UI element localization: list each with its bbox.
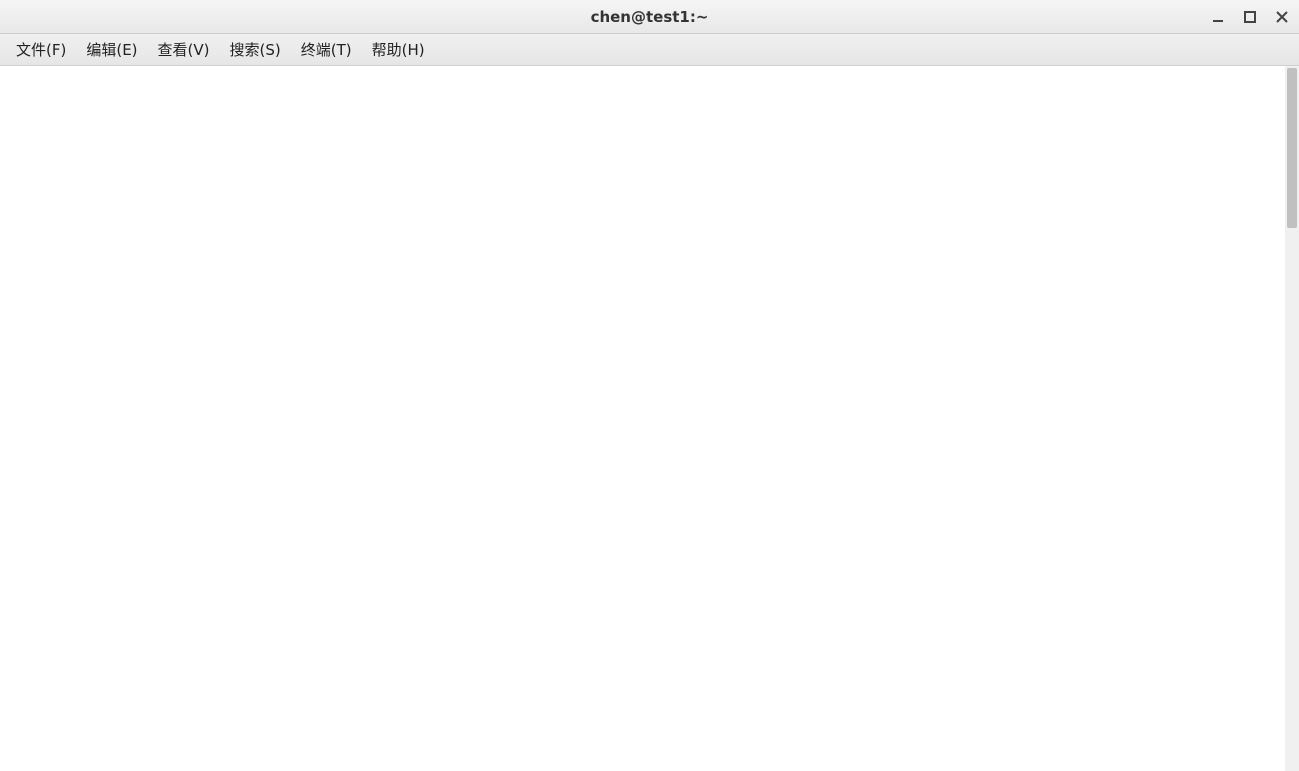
menu-file[interactable]: 文件(F): [6, 35, 76, 64]
menu-view[interactable]: 查看(V): [148, 35, 220, 64]
window-title: chen@test1:~: [0, 8, 1299, 26]
menu-terminal[interactable]: 终端(T): [291, 35, 362, 64]
scrollbar-track[interactable]: [1285, 66, 1299, 771]
menu-search[interactable]: 搜索(S): [220, 35, 291, 64]
minimize-button[interactable]: [1209, 8, 1227, 26]
terminal-area[interactable]: [chen@test1 ~]$ sudo yum install *ntfs* …: [0, 66, 1299, 771]
window-titlebar: chen@test1:~: [0, 0, 1299, 34]
maximize-icon: [1244, 11, 1256, 23]
menubar: 文件(F) 编辑(E) 查看(V) 搜索(S) 终端(T) 帮助(H): [0, 34, 1299, 66]
close-icon: [1276, 11, 1288, 23]
menu-edit[interactable]: 编辑(E): [76, 35, 147, 64]
close-button[interactable]: [1273, 8, 1291, 26]
minimize-icon: [1212, 11, 1224, 23]
maximize-button[interactable]: [1241, 8, 1259, 26]
scrollbar-thumb[interactable]: [1287, 68, 1297, 228]
menu-help[interactable]: 帮助(H): [362, 35, 435, 64]
window-controls: [1209, 0, 1291, 33]
